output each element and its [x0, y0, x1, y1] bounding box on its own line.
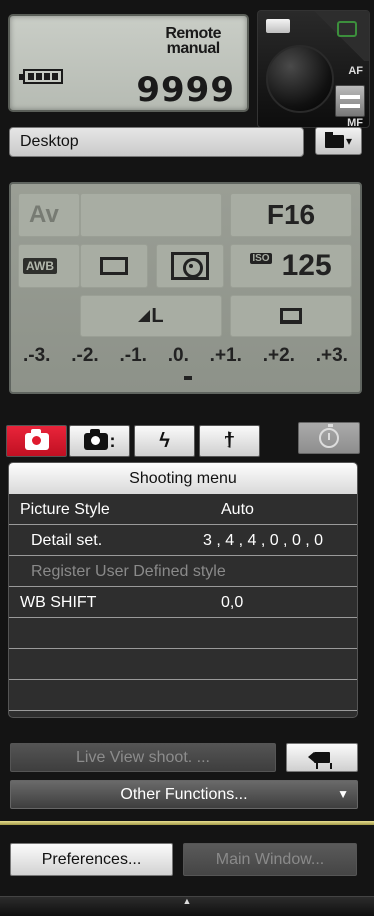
- tab-flash[interactable]: ϟ: [134, 425, 195, 457]
- row-value: 0,0: [221, 594, 244, 611]
- shots-remaining: 9999: [136, 70, 235, 110]
- menu-row-empty: [9, 618, 357, 649]
- shooting-mode-label: Remote manual: [165, 25, 221, 57]
- destination-folder-field[interactable]: Desktop: [9, 127, 304, 157]
- shutter-panel: AF MF: [257, 10, 370, 129]
- divider: [0, 821, 374, 825]
- exposure-tick: .0.: [167, 345, 189, 366]
- camera-settings-lcd: Av F16 AWB ISO 125 L .-3. .-2. .-1. .0. …: [9, 182, 362, 394]
- menu-row-register-style: Register User Defined style: [9, 556, 357, 587]
- shutter-button[interactable]: [266, 45, 334, 113]
- exposure-tick: .-1.: [119, 345, 147, 366]
- shooting-menu-panel: Shooting menu Picture Style Auto Detail …: [8, 462, 358, 718]
- exposure-tick: .+2.: [262, 345, 295, 366]
- menu-row-picture-style[interactable]: Picture Style Auto: [9, 494, 357, 525]
- other-functions-label: Other Functions...: [120, 786, 248, 803]
- camera-icon: [24, 428, 49, 450]
- metering-cell[interactable]: [156, 244, 224, 288]
- evaluative-metering-icon: [171, 252, 209, 280]
- iso-cell[interactable]: ISO 125: [230, 244, 352, 288]
- battery-icon: [19, 69, 63, 84]
- single-shot-icon: [100, 257, 128, 275]
- drive-mode-cell[interactable]: [80, 244, 148, 288]
- folder-icon: [324, 131, 344, 148]
- main-window-button[interactable]: Main Window...: [183, 843, 357, 876]
- movie-camera-icon: [308, 752, 332, 769]
- shooting-mode-value: Av: [18, 193, 80, 237]
- row-label: Register User Defined style: [31, 563, 226, 580]
- rotate-camera-icon[interactable]: [337, 21, 357, 37]
- image-quality-value: L: [151, 304, 164, 327]
- menu-header: Shooting menu: [9, 463, 357, 494]
- image-quality-cell[interactable]: L: [80, 295, 222, 337]
- timer-button[interactable]: [298, 422, 360, 454]
- camera-settings-icon: [83, 428, 108, 450]
- menu-row-detail-set[interactable]: Detail set. 3 , 4 , 4 , 0 , 0 , 0: [9, 525, 357, 556]
- menu-row-empty: [9, 680, 357, 711]
- exposure-tick: .+1.: [209, 345, 242, 366]
- af-mf-toggle[interactable]: [335, 85, 365, 117]
- iso-label: ISO: [250, 253, 272, 264]
- aperture-value[interactable]: F16: [230, 193, 352, 237]
- movie-button[interactable]: [286, 743, 358, 772]
- pc-download-icon: [280, 308, 302, 324]
- row-value: Auto: [221, 501, 254, 518]
- row-value: 3 , 4 , 4 , 0 , 0 , 0: [203, 532, 324, 549]
- awb-icon: AWB: [23, 258, 57, 274]
- exposure-compensation-scale[interactable]: .-3. .-2. .-1. .0. .+1. .+2. .+3.: [19, 341, 352, 371]
- iso-value: 125: [281, 249, 332, 282]
- flash-icon: ϟ: [159, 429, 170, 452]
- row-label: WB SHIFT: [20, 594, 97, 611]
- tab-setup[interactable]: ϯ: [199, 425, 260, 457]
- collapse-bar[interactable]: ▲: [0, 896, 374, 916]
- dropdown-arrow-icon: ▼: [337, 787, 349, 801]
- af-label: AF: [348, 65, 363, 77]
- tab-camera-settings[interactable]: :: [69, 425, 130, 457]
- shutter-speed-cell[interactable]: [80, 193, 222, 237]
- row-label: Detail set.: [31, 532, 103, 549]
- settings-colon: :: [109, 430, 116, 451]
- preferences-button[interactable]: Preferences...: [10, 843, 173, 876]
- exposure-tick: .-3.: [23, 345, 51, 366]
- destination-folder-button[interactable]: ▾: [315, 127, 362, 155]
- row-label: Picture Style: [20, 501, 110, 518]
- live-view-button[interactable]: Live View shoot. ...: [10, 743, 276, 772]
- stopwatch-icon: [319, 424, 339, 448]
- menu-row-wb-shift[interactable]: WB SHIFT 0,0: [9, 587, 357, 618]
- status-lcd: Remote manual 9999: [8, 14, 249, 112]
- exposure-tick: .-2.: [71, 345, 99, 366]
- quality-large-icon: [138, 310, 151, 322]
- indicator-light: [266, 19, 290, 33]
- tools-icon: ϯ: [224, 428, 235, 453]
- other-functions-button[interactable]: Other Functions... ▼: [10, 780, 358, 809]
- transfer-to-pc-cell[interactable]: [230, 295, 352, 337]
- exposure-indicator: [184, 376, 192, 380]
- white-balance-cell[interactable]: AWB: [18, 244, 80, 288]
- exposure-tick: .+3.: [315, 345, 348, 366]
- menu-row-empty: [9, 649, 357, 680]
- collapse-arrow-icon: ▲: [182, 896, 192, 906]
- dropdown-arrow-icon: ▾: [345, 134, 353, 148]
- tab-shooting[interactable]: [6, 425, 67, 457]
